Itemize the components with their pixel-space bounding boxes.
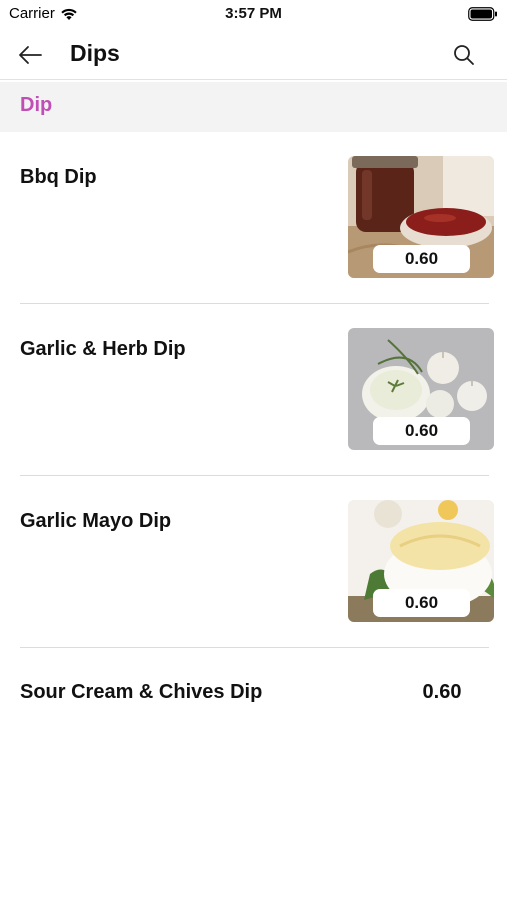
menu-item-bbq-dip[interactable]: Bbq Dip 0.60	[0, 132, 507, 304]
item-name: Garlic Mayo Dip	[20, 510, 172, 532]
search-button[interactable]	[449, 40, 479, 70]
status-bar: Carrier 3:57 PM	[0, 0, 507, 28]
back-button[interactable]	[14, 40, 46, 70]
page-title: Dips	[70, 40, 120, 66]
item-price: 0.60	[422, 681, 462, 703]
item-name: Sour Cream & Chives Dip	[20, 681, 263, 703]
menu-item-sour-cream-chives-dip[interactable]: Sour Cream & Chives Dip 0.60	[0, 648, 507, 736]
search-icon	[454, 45, 474, 65]
category-section-header: Dip	[0, 82, 507, 132]
item-name: Garlic & Herb Dip	[20, 338, 186, 360]
item-name: Bbq Dip	[20, 166, 97, 188]
menu-item-garlic-herb-dip[interactable]: Garlic & Herb Dip 0.60	[0, 304, 507, 476]
price-badge: 0.60	[373, 245, 470, 273]
price-badge: 0.60	[373, 417, 470, 445]
arrow-left-icon	[19, 46, 42, 64]
status-time: 3:57 PM	[225, 5, 282, 22]
menu-item-garlic-mayo-dip[interactable]: Garlic Mayo Dip 0.60	[0, 476, 507, 648]
navigation-bar: Dips	[0, 30, 507, 80]
battery-icon	[468, 7, 497, 21]
price-badge: 0.60	[373, 589, 470, 617]
category-title: Dip	[20, 94, 53, 116]
